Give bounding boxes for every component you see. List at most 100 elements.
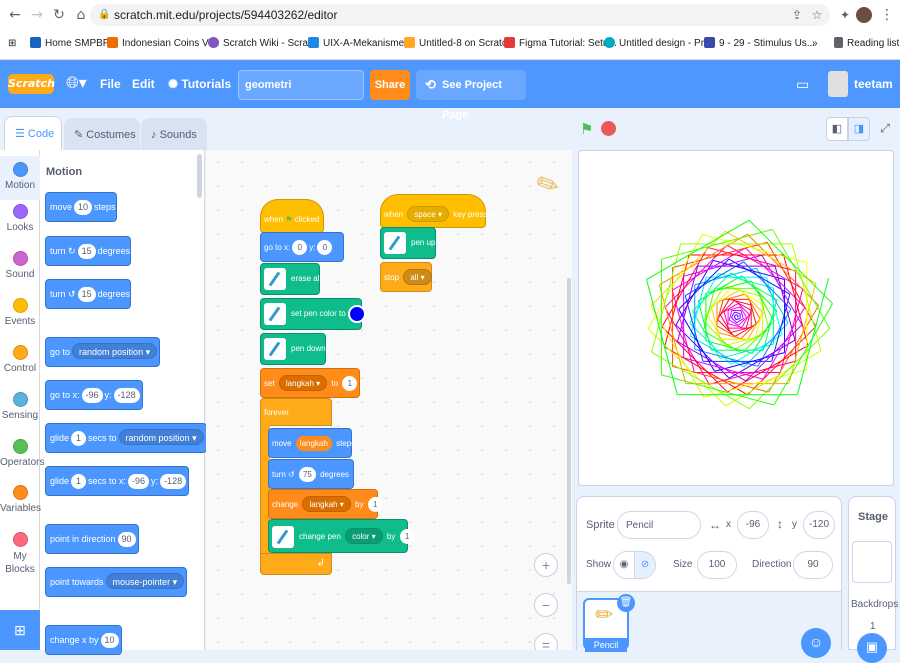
value-input[interactable]: 1 xyxy=(400,529,415,544)
reading-list[interactable]: Reading list xyxy=(834,35,899,53)
stop-dropdown[interactable]: all ▾ xyxy=(403,269,431,285)
turn-left-block[interactable]: turn ↺ 75 degrees xyxy=(268,459,354,489)
home-icon[interactable]: ⌂ xyxy=(72,6,90,24)
tab-code[interactable]: ☰ Code xyxy=(4,116,62,150)
bookmark-3[interactable]: UIX-A-Mekanisme... xyxy=(308,35,412,53)
star-icon[interactable]: ☆ xyxy=(808,6,826,24)
x-input[interactable]: 0 xyxy=(292,240,307,255)
small-stage-button[interactable]: ◧ xyxy=(826,117,848,141)
y-input[interactable]: -128 xyxy=(160,474,186,489)
bookmark-6[interactable]: Untitled design - Pr... xyxy=(604,35,712,53)
bookmark-1[interactable]: Indonesian Coins Vi... xyxy=(107,35,219,53)
stop-button[interactable] xyxy=(601,121,616,136)
apps-icon[interactable]: ⊞ xyxy=(8,35,16,53)
tab-sounds[interactable]: ♪ Sounds xyxy=(141,118,207,150)
block-glide-xy[interactable]: glide1secs to x:-96y:-128 xyxy=(45,466,189,496)
number-input[interactable]: 15 xyxy=(78,287,96,302)
edit-menu[interactable]: Edit xyxy=(132,60,155,108)
category-variables[interactable]: Variables xyxy=(0,485,40,514)
number-input[interactable]: 90 xyxy=(118,532,136,547)
show-visible-icon[interactable]: ◉ xyxy=(613,551,635,579)
change-pen-color-block[interactable]: change pen color ▾ by 1 xyxy=(268,519,408,553)
zoom-reset-icon[interactable]: = xyxy=(534,633,558,650)
block-go-to[interactable]: go torandom position ▾ xyxy=(45,337,160,367)
workspace-scrollbar[interactable] xyxy=(567,278,571,584)
bookmarks-overflow[interactable]: » xyxy=(812,35,818,53)
pen-up-block[interactable]: pen up xyxy=(380,227,436,259)
delete-sprite-icon[interactable]: 🗑︎ xyxy=(617,594,635,612)
bookmark-7[interactable]: 9 - 29 - Stimulus Us... xyxy=(704,35,815,53)
pen-down-block[interactable]: pen down xyxy=(260,333,326,365)
stage-canvas[interactable] xyxy=(578,150,894,486)
scratch-logo[interactable]: Scratch xyxy=(8,74,54,94)
project-title-input[interactable] xyxy=(238,70,364,100)
file-menu[interactable]: File xyxy=(100,60,121,108)
share-page-icon[interactable]: ⇪ xyxy=(788,6,806,24)
number-input[interactable]: 1 xyxy=(71,431,86,446)
browser-menu-icon[interactable]: ⋮ xyxy=(878,6,896,24)
change-variable-block[interactable]: change langkah ▾ by 1 xyxy=(268,489,378,519)
sprite-name-input[interactable] xyxy=(617,511,701,539)
value-input[interactable]: 1 xyxy=(342,376,357,391)
variable-dropdown[interactable]: langkah ▾ xyxy=(279,375,327,391)
bookmark-0[interactable]: Home SMPBPI xyxy=(30,35,112,53)
block-point-in-direction[interactable]: point in direction90 xyxy=(45,524,139,554)
number-input[interactable]: 1 xyxy=(71,474,86,489)
value-input[interactable]: 1 xyxy=(368,497,383,512)
key-dropdown[interactable]: space ▾ xyxy=(407,206,449,222)
green-flag-button[interactable]: ⚑ xyxy=(580,120,593,138)
category-looks[interactable]: Looks xyxy=(0,204,40,233)
block-move-steps[interactable]: move10steps xyxy=(45,192,117,222)
fullscreen-icon[interactable]: ⤢ xyxy=(874,117,896,141)
block-change-x[interactable]: change x by10 xyxy=(45,625,122,655)
go-to-xy-block[interactable]: go to x:0y:0 xyxy=(260,232,344,262)
block-turn-right[interactable]: turn ↻15degrees xyxy=(45,236,131,266)
y-input[interactable]: -128 xyxy=(114,388,140,403)
variable-dropdown[interactable]: langkah ▾ xyxy=(302,496,350,512)
username[interactable]: teetam ▾ xyxy=(854,60,900,108)
dropdown[interactable]: mouse-pointer ▾ xyxy=(106,573,185,589)
degrees-input[interactable]: 75 xyxy=(299,467,316,482)
forever-block[interactable]: forever xyxy=(260,398,332,426)
share-button[interactable]: Share xyxy=(370,70,410,100)
see-project-page-button[interactable]: ⟲See Project Page xyxy=(416,70,526,100)
block-point-towards[interactable]: point towardsmouse-pointer ▾ xyxy=(45,567,187,597)
reload-icon[interactable]: ↻ xyxy=(50,6,68,24)
category-control[interactable]: Control xyxy=(0,345,40,374)
show-hidden-icon[interactable]: ⊘ xyxy=(634,551,656,579)
forward-icon[interactable]: → xyxy=(28,6,46,24)
choose-sprite-button[interactable]: ☺ xyxy=(801,628,831,658)
dropdown[interactable]: random position ▾ xyxy=(72,343,157,359)
extensions-icon[interactable]: ✦ xyxy=(836,6,854,24)
set-pen-color-block[interactable]: set pen color to xyxy=(260,298,362,330)
zoom-in-icon[interactable]: + xyxy=(534,553,558,577)
when-key-pressed-hat[interactable]: when space ▾ key pressed xyxy=(380,194,486,228)
erase-all-block[interactable]: erase all xyxy=(260,263,320,295)
block-go-to-xy[interactable]: go to x:-96y:-128 xyxy=(45,380,143,410)
category-sensing[interactable]: Sensing xyxy=(0,392,40,421)
number-input[interactable]: 10 xyxy=(74,200,92,215)
pen-color-swatch[interactable] xyxy=(348,305,366,323)
number-input[interactable]: 10 xyxy=(101,633,119,648)
back-icon[interactable]: ← xyxy=(6,6,24,24)
user-avatar[interactable] xyxy=(828,71,848,97)
bookmark-2[interactable]: Scratch Wiki - Scrat... xyxy=(208,35,319,53)
block-turn-left[interactable]: turn ↺15degrees xyxy=(45,279,131,309)
dropdown[interactable]: random position ▾ xyxy=(119,429,204,445)
y-input[interactable]: 0 xyxy=(317,240,332,255)
category-motion[interactable]: Motion xyxy=(0,156,40,200)
palette-scrollbar[interactable] xyxy=(197,154,202,198)
x-position-input[interactable]: -96 xyxy=(737,511,769,539)
y-position-input[interactable]: -120 xyxy=(803,511,835,539)
bookmark-4[interactable]: Untitled-8 on Scratch xyxy=(404,35,512,53)
number-input[interactable]: 15 xyxy=(78,244,96,259)
block-glide-to[interactable]: glide1secs torandom position ▾ xyxy=(45,423,207,453)
category-my-blocks[interactable]: My Blocks xyxy=(0,532,40,576)
my-stuff-folder-icon[interactable]: ▭ xyxy=(796,60,809,108)
address-bar[interactable]: 🔒 scratch.mit.edu/projects/594403262/edi… xyxy=(90,4,830,26)
move-steps-block[interactable]: move langkah steps xyxy=(268,428,352,458)
category-events[interactable]: Events xyxy=(0,298,40,327)
tutorials-menu[interactable]: ✺ Tutorials xyxy=(168,60,231,108)
category-sound[interactable]: Sound xyxy=(0,251,40,280)
add-extension-button[interactable]: ⊞ xyxy=(0,610,40,650)
